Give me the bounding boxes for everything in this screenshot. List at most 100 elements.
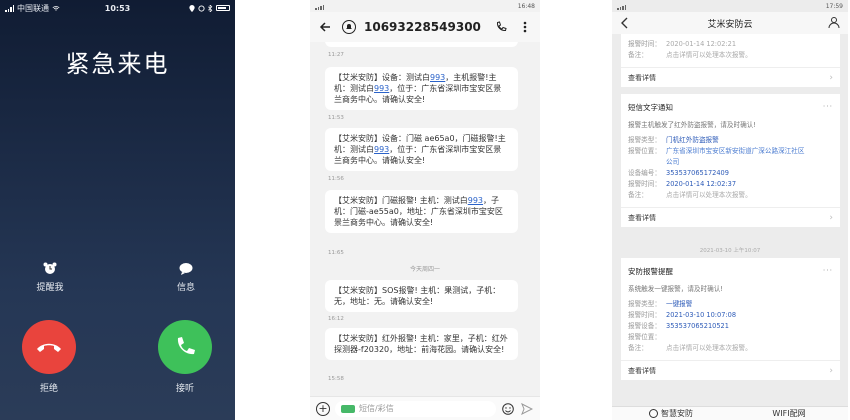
more-options-button[interactable]: ··· <box>823 266 833 277</box>
emoji-icon <box>502 402 514 415</box>
status-time: 16:48 <box>517 2 535 10</box>
sms-conversation-screen: 16:48 10693228549300 11:27 【艾米安防】设备：测试白9… <box>310 0 540 420</box>
alarm-row: 报警时间： 2020-01-14 12:02:21 <box>628 40 737 48</box>
message-input-placeholder: 短信/彩信 <box>359 404 394 413</box>
remind-me-option[interactable]: 提醒我 <box>20 262 80 293</box>
more-options-button[interactable]: ··· <box>823 102 833 113</box>
alarm-row: 报警位置： <box>628 333 661 341</box>
message-input[interactable]: 短信/彩信 <box>335 400 496 417</box>
alarm-row: 备注： 点击详情可以处理本次报警。 <box>628 51 752 59</box>
remind-me-label: 提醒我 <box>36 283 64 293</box>
decline-label: 拒绝 <box>39 384 58 394</box>
phone-icon <box>496 21 507 32</box>
tab-smart-security[interactable]: 智慧安防 <box>612 407 730 420</box>
alarm-row: 报警类型： 门机红外防盗报警 <box>628 136 719 144</box>
message-time: 11:56 <box>328 176 344 182</box>
alarm-card: 报警时间： 2020-01-14 12:02:21 备注： 点击详情可以处理本次报警… <box>621 34 840 87</box>
app-title: 艾米安防云 <box>707 19 753 30</box>
battery-icon <box>216 5 230 11</box>
status-bar: 17:59 <box>612 0 848 12</box>
message-bubble[interactable]: 【艾米安防】设备：门磁 ae65a0，门磁报警!主机：测试白993，位于：广东省… <box>325 128 518 171</box>
chevron-right-icon: › <box>829 72 833 83</box>
message-link[interactable]: 993 <box>430 73 445 82</box>
message-time: 11:53 <box>328 115 344 121</box>
alarm-app-screen: 17:59 艾米安防云 报警时间： 2020-01-14 12:02:21 备注：… <box>612 0 848 420</box>
status-time: 10:53 <box>104 3 131 13</box>
message-time: 15:58 <box>328 376 344 382</box>
decline-call-button[interactable] <box>22 320 76 374</box>
accept-label: 接听 <box>175 384 194 394</box>
hang-up-icon <box>37 343 61 352</box>
sender-number: 10693228549300 <box>364 20 481 34</box>
call-button[interactable] <box>492 18 510 36</box>
status-bar: 16:48 <box>310 0 540 12</box>
message-option[interactable]: 信息 <box>156 262 216 293</box>
chevron-left-icon <box>621 17 628 29</box>
message-bubble[interactable]: 【艾米安防】设备：测试白993，主机报警!主机：测试白993，位于：广东省深圳市… <box>325 67 518 110</box>
bell-icon <box>342 20 356 34</box>
incoming-call-screen: 中国联通 10:53 紧急来电 提醒我 信息 拒绝 接听 <box>0 0 235 420</box>
alarm-card: 短信文字通知 ··· 报警主机触发了红外防盗报警，请及时确认! 报警类型： 门机红外… <box>621 94 840 227</box>
status-bar: 中国联通 10:53 <box>0 0 235 16</box>
message-time: 16:12 <box>328 316 344 322</box>
message-bubble-partial <box>325 42 518 47</box>
card-summary: 系统触发一键报警，请及时确认! <box>628 285 723 293</box>
alarm-row: 报警设备： 353537065210521 <box>628 322 729 330</box>
bottom-tab-bar: 智慧安防 WIFI配网 <box>612 406 848 420</box>
card-title: 安防报警提醒 <box>628 267 673 276</box>
back-button[interactable] <box>316 18 334 36</box>
alarm-clock-icon <box>43 262 57 274</box>
message-bubble[interactable]: 【艾米安防】门磁报警! 主机：测试白993，子机：门磁-ae55a0，地址：广东… <box>325 190 518 233</box>
chevron-right-icon: › <box>829 365 833 376</box>
app-header: 艾米安防云 <box>612 12 848 34</box>
card-title: 短信文字通知 <box>628 103 673 112</box>
tab-wifi-config[interactable]: WIFI配网 <box>730 407 848 420</box>
card-summary: 报警主机触发了红外防盗报警，请及时确认! <box>628 121 756 129</box>
message-time: 11:65 <box>328 250 344 256</box>
alarm-row: 报警位置： 广东省深圳市宝安区新安街道广深公路深江社区公司 <box>628 147 805 166</box>
view-details-link[interactable]: 查看详情 › <box>621 67 840 87</box>
view-details-link[interactable]: 查看详情 › <box>621 207 840 227</box>
message-link[interactable]: 993 <box>468 196 483 205</box>
notification-toggle[interactable] <box>340 18 358 36</box>
attach-button[interactable]: + <box>316 401 330 416</box>
back-button[interactable] <box>618 16 632 30</box>
alarm-row: 备注： 点击详情可以处理本次报警。 <box>628 344 752 352</box>
shield-icon <box>649 409 658 418</box>
alarm-row: 报警时间： 2021-03-10 10:07:08 <box>628 311 737 319</box>
back-arrow-icon <box>319 22 330 32</box>
view-details-link[interactable]: 查看详情 › <box>621 360 840 380</box>
message-bubble[interactable]: 【艾米安防】SOS报警! 主机：果测试，子机：无，地址：无。请确认安全! <box>325 280 518 312</box>
phone-icon <box>177 337 195 355</box>
profile-button[interactable] <box>828 16 842 30</box>
day-divider: 今天周四一 <box>409 266 440 273</box>
more-options-button[interactable] <box>516 18 534 36</box>
timestamp-divider: 2021-03-10 上午10:07 <box>699 248 761 254</box>
chevron-right-icon: › <box>829 212 833 223</box>
sim-indicator-icon <box>341 404 355 413</box>
alarm-row: 备注： 点击详情可以处理本次报警。 <box>628 191 752 199</box>
signal-icon <box>315 3 324 10</box>
compose-bar: + 短信/彩信 <box>310 396 540 420</box>
emoji-button[interactable] <box>501 402 515 416</box>
alarm-row: 设备编号： 353537065172409 <box>628 169 729 177</box>
message-bubble-icon <box>179 263 193 275</box>
message-bubble[interactable]: 【艾米安防】红外报警! 主机：家里，子机：红外探测器-f20320，地址：前海花… <box>325 328 518 360</box>
more-vertical-icon <box>523 21 527 33</box>
tab-label: 智慧安防 <box>661 409 693 418</box>
message-link[interactable]: 993 <box>374 145 389 154</box>
send-icon <box>521 402 533 415</box>
accept-call-button[interactable] <box>158 320 212 374</box>
screenshot-collage: 中国联通 10:53 紧急来电 提醒我 信息 拒绝 接听 16:48 10693… <box>0 0 850 420</box>
alarm-row: 报警时间： 2020-01-14 12:02:37 <box>628 180 737 188</box>
message-time: 11:27 <box>328 52 344 58</box>
send-button[interactable] <box>520 402 534 416</box>
signal-icon <box>617 3 626 10</box>
user-icon <box>828 17 840 29</box>
call-title: 紧急来电 <box>65 50 170 78</box>
alarm-row: 报警类型： 一键报警 <box>628 300 693 308</box>
tab-label: WIFI配网 <box>772 409 806 418</box>
message-list: 11:27 【艾米安防】设备：测试白993，主机报警!主机：测试白993，位于：… <box>310 42 540 396</box>
message-link[interactable]: 993 <box>374 84 389 93</box>
status-time: 17:59 <box>825 2 843 10</box>
